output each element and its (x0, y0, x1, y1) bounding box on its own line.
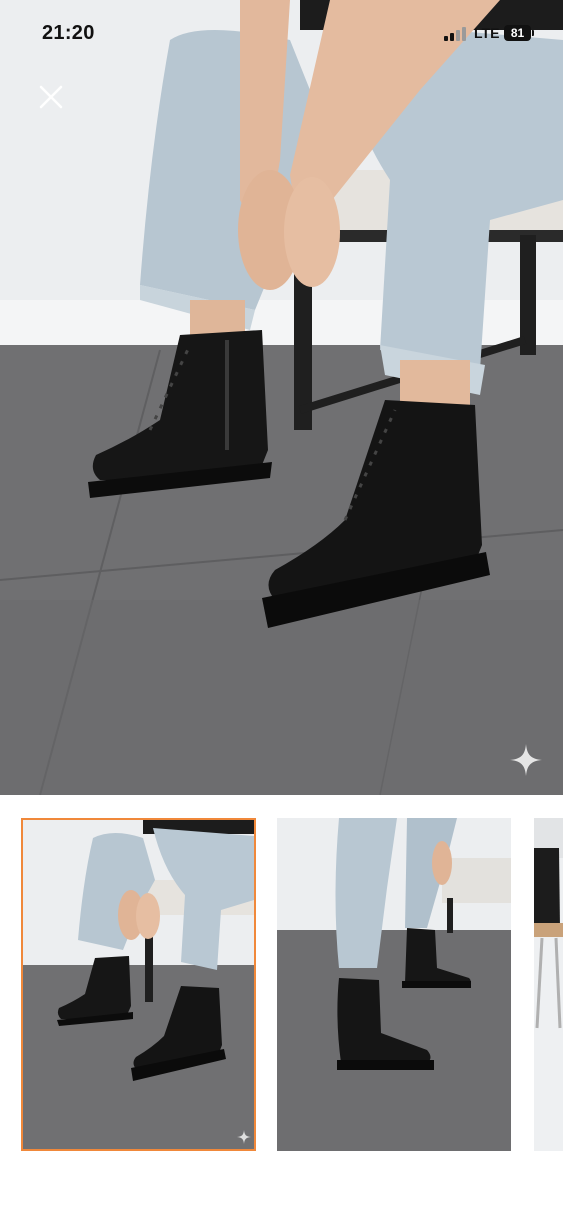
visual-search-button[interactable] (508, 742, 544, 778)
main-product-image[interactable] (0, 0, 563, 795)
thumbnail-2-image (277, 818, 511, 1151)
status-time: 21:20 (42, 22, 95, 44)
boots-photo (0, 0, 563, 795)
close-button[interactable] (34, 80, 68, 114)
battery-tip (532, 30, 534, 36)
signal-icon (444, 27, 470, 41)
sparkle-icon (510, 744, 542, 776)
battery-icon: 81 (504, 25, 531, 41)
thumbnail-1-image (23, 820, 254, 1149)
status-bar: 21:20 LTE 81 (0, 0, 563, 68)
thumbnail-3-image (534, 818, 563, 1151)
close-icon (39, 85, 63, 109)
network-label: LTE (474, 25, 500, 41)
thumbnail-1[interactable] (21, 818, 256, 1151)
thumbnail-strip[interactable] (0, 818, 563, 1152)
thumbnail-2[interactable] (277, 818, 511, 1151)
thumbnail-3[interactable] (534, 818, 563, 1151)
